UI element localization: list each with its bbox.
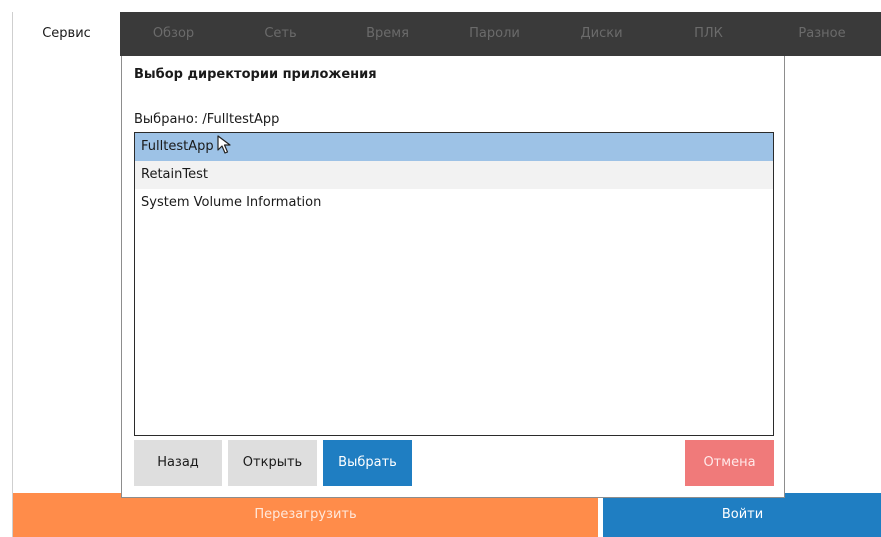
tab-overview[interactable]: Обзор <box>120 12 227 56</box>
tab-plc[interactable]: ПЛК <box>655 12 762 56</box>
selected-path: Выбрано: /FulltestApp <box>134 112 279 127</box>
dialog-title: Выбор директории приложения <box>134 67 377 82</box>
tab-misc[interactable]: Разное <box>762 12 881 56</box>
tab-disks[interactable]: Диски <box>548 12 655 56</box>
reboot-button[interactable]: Перезагрузить <box>13 493 598 537</box>
tab-bar: Сервис Обзор Сеть Время Пароли Диски ПЛК… <box>13 12 881 56</box>
tab-passwords[interactable]: Пароли <box>441 12 548 56</box>
tab-time[interactable]: Время <box>334 12 441 56</box>
directory-list[interactable]: FulltestApp RetainTest System Volume Inf… <box>134 132 774 436</box>
back-button[interactable]: Назад <box>134 440 222 486</box>
login-button[interactable]: Войти <box>603 493 881 537</box>
choose-button[interactable]: Выбрать <box>323 440 412 486</box>
selected-path-label: Выбрано: <box>134 112 199 127</box>
tab-service[interactable]: Сервис <box>13 12 120 56</box>
directory-picker-dialog: Выбор директории приложения Выбрано: /Fu… <box>121 56 785 498</box>
mouse-pointer-icon <box>217 135 231 154</box>
list-item-system-volume-information[interactable]: System Volume Information <box>135 189 773 217</box>
open-button[interactable]: Открыть <box>228 440 317 486</box>
cancel-button[interactable]: Отмена <box>685 440 774 486</box>
selected-path-value: /FulltestApp <box>202 112 280 127</box>
tab-network[interactable]: Сеть <box>227 12 334 56</box>
list-item-retaintest[interactable]: RetainTest <box>135 161 773 189</box>
bottom-bar: Перезагрузить Войти <box>13 493 881 537</box>
